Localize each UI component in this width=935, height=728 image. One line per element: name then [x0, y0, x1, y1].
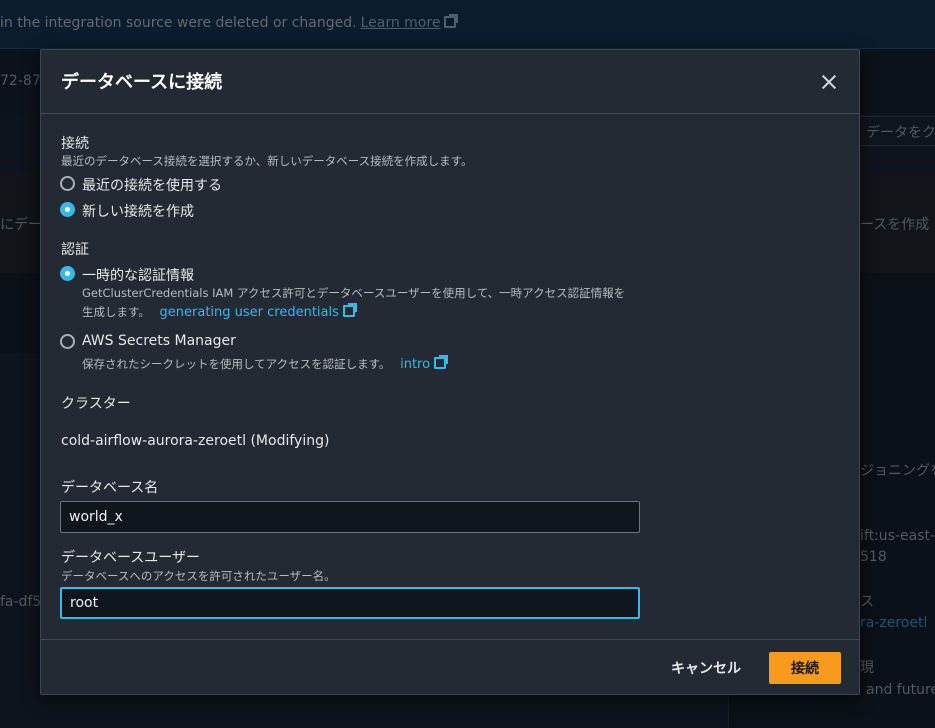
cluster-value: cold-airflow-aurora-zeroetl (Modifying)	[61, 433, 330, 449]
connect-database-modal: データベースに接続 接続 最近のデータベース接続を選択するか、新しいデータベース…	[40, 49, 860, 695]
modal-footer: キャンセル 接続	[41, 639, 859, 695]
auth-label: 認証	[61, 242, 89, 258]
database-user-input[interactable]	[60, 587, 640, 619]
database-name-input[interactable]	[60, 501, 640, 533]
database-name-label: データベース名	[61, 480, 159, 496]
connection-description: 最近のデータベース接続を選択するか、新しいデータベース接続を作成します。	[61, 154, 473, 168]
database-user-label: データベースユーザー	[61, 550, 201, 566]
external-link-icon	[434, 355, 449, 369]
cancel-button[interactable]: キャンセル	[661, 652, 751, 684]
intro-link[interactable]: intro	[400, 357, 430, 372]
radio-label-create-new[interactable]: 新しい接続を作成	[82, 201, 194, 221]
secrets-manager-description: 保存されたシークレットを使用してアクセスを認証します。 intro	[82, 355, 449, 372]
modal-title: データベースに接続	[61, 72, 223, 93]
radio-use-recent-connection[interactable]	[60, 176, 75, 191]
generating-credentials-link[interactable]: generating user credentials	[160, 305, 339, 320]
temp-credentials-description: GetClusterCredentials IAM アクセス許可とデータベースユ…	[82, 286, 626, 300]
radio-label-use-recent[interactable]: 最近の接続を使用する	[82, 175, 222, 195]
temp-credentials-description-2: 生成します。 generating user credentials	[82, 303, 357, 320]
radio-label-secrets-manager[interactable]: AWS Secrets Manager	[82, 333, 236, 349]
modal-header: データベースに接続	[41, 50, 859, 114]
radio-label-temporary-credentials[interactable]: 一時的な認証情報	[82, 265, 194, 285]
close-icon[interactable]	[819, 72, 839, 92]
radio-create-new-connection[interactable]	[60, 202, 75, 217]
radio-aws-secrets-manager[interactable]	[60, 334, 75, 349]
connection-label: 接続	[61, 136, 89, 152]
database-user-description: データベースへのアクセスを許可されたユーザー名。	[61, 569, 336, 583]
connect-button[interactable]: 接続	[769, 652, 841, 684]
radio-temporary-credentials[interactable]	[60, 266, 75, 281]
external-link-icon	[342, 303, 357, 317]
cluster-label: クラスター	[61, 396, 131, 412]
